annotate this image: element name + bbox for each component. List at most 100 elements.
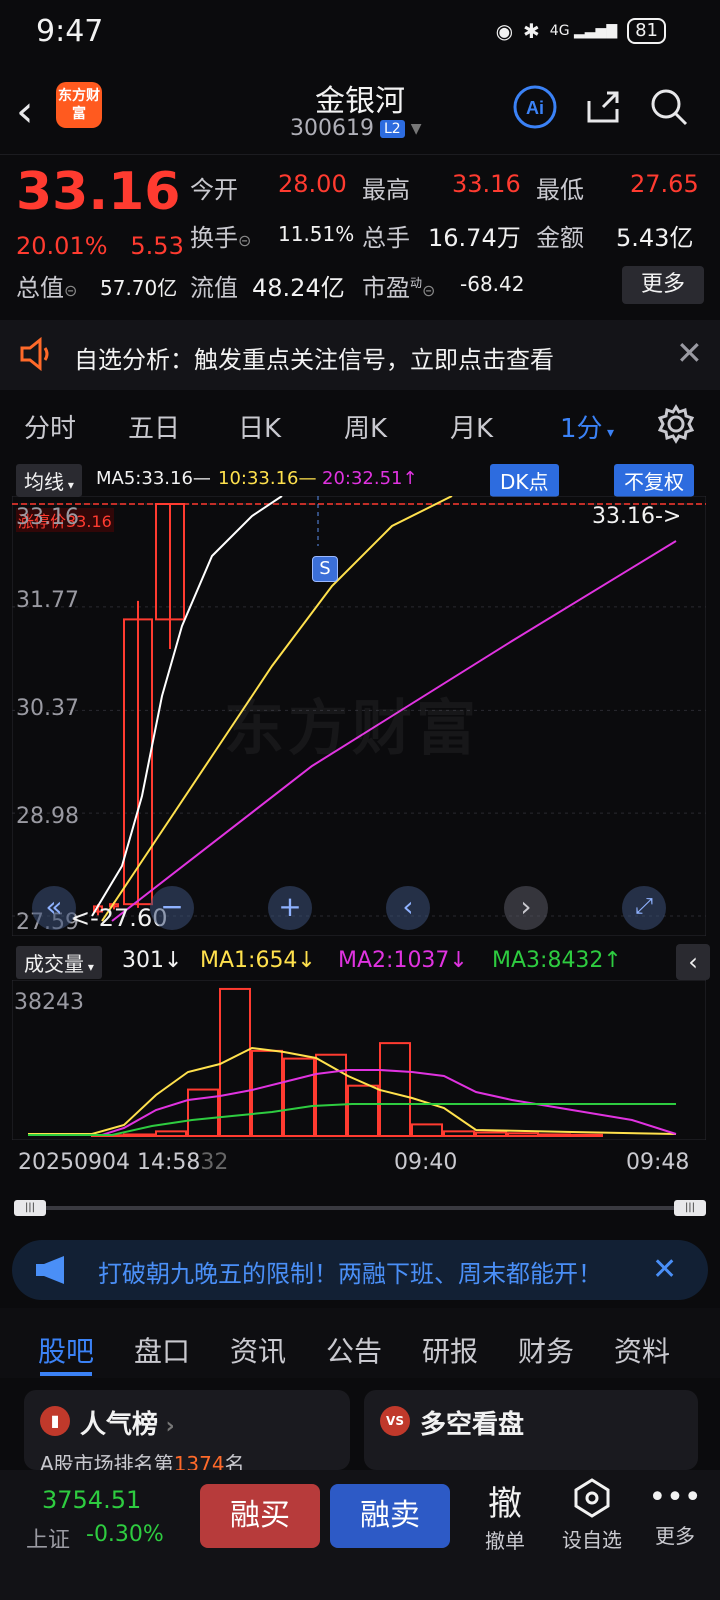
ai-icon[interactable]: Ai (510, 82, 560, 132)
tab-research[interactable]: 研报 (422, 1330, 478, 1370)
tab-forum[interactable]: 股吧 (38, 1330, 94, 1370)
tab-announcements[interactable]: 公告 (326, 1330, 382, 1370)
vol-ma3: MA3:8432↑ (492, 948, 622, 973)
volume-bar (251, 1049, 283, 1137)
margin-buy-button[interactable]: 融买 (200, 1484, 320, 1548)
pe-label[interactable]: 市盈动⊝ (362, 268, 435, 303)
indicator-mode: 均线 (24, 470, 64, 494)
ma5-value: MA5:33.16— (96, 468, 211, 489)
more-menu-button[interactable]: ••• 更多 (640, 1476, 710, 1549)
tab-daily-k[interactable]: 日K (238, 408, 281, 445)
bull-bear-card[interactable]: VS 多空看盘 (364, 1390, 698, 1470)
volume-indicator-selector[interactable]: 成交量 ▾ (16, 946, 102, 979)
volume-bar (155, 1130, 187, 1138)
cancel-order-label: 撤单 (485, 1529, 525, 1553)
fullscreen-icon[interactable]: ⤢ (622, 886, 666, 930)
indicator-selector[interactable]: 均线 ▾ (16, 464, 82, 497)
chevron-down-icon: ▾ (602, 425, 615, 441)
tab-weekly-k[interactable]: 周K (344, 408, 387, 445)
cancel-order-button[interactable]: 撤 撤单 (470, 1476, 540, 1554)
speaker-icon (18, 336, 56, 376)
tab-minute-label: 1分 (560, 414, 603, 444)
volume-current: 301↓ (122, 948, 183, 973)
amount-label: 金额 (536, 224, 584, 252)
chevron-down-icon: ▾ (64, 478, 74, 492)
ma20-value: 20:32.51↑ (322, 468, 418, 489)
active-tab-indicator (40, 1372, 92, 1376)
volume-label: 总手 (362, 224, 410, 252)
low-value: 27.65 (630, 170, 699, 198)
tab-five-day[interactable]: 五日 (128, 408, 180, 445)
quote-panel: 33.16 20.01% 5.53 今开 28.00 最高 33.16 最低 2… (0, 154, 720, 314)
more-dots-icon: ••• (648, 1480, 702, 1515)
mktcap-label-text: 总值 (16, 274, 64, 302)
tab-minute[interactable]: 1分 ▾ (560, 408, 614, 445)
open-label: 今开 (190, 176, 238, 204)
volume-mode: 成交量 (24, 952, 84, 976)
collapse-panel-icon[interactable]: ‹ (676, 944, 710, 980)
tab-financials[interactable]: 财务 (518, 1330, 574, 1370)
ma10-value: 10:33.16— (218, 468, 317, 489)
volume-chart[interactable] (12, 980, 706, 1140)
price-change: 20.01% 5.53 (16, 232, 184, 260)
tab-profile[interactable]: 资料 (614, 1330, 670, 1370)
dk-point-button[interactable]: DK点 (490, 464, 559, 497)
battery-indicator: 81 (627, 18, 666, 44)
tab-orderbook[interactable]: 盘口 (134, 1330, 190, 1370)
search-icon[interactable] (644, 82, 694, 132)
notice-bar[interactable]: 自选分析：触发重点关注信号，立即点击查看 ✕ (0, 320, 720, 390)
float-label: 流值 (190, 274, 238, 302)
index-name: 上证 (26, 1528, 71, 1553)
tab-news[interactable]: 资讯 (230, 1330, 286, 1370)
chart-icon: ▮ (40, 1406, 70, 1436)
close-icon[interactable]: ✕ (652, 1252, 677, 1287)
banner-text: 打破朝九晚五的限制！两融下班、周末都能开！ (98, 1260, 602, 1288)
x-axis-end: 09:48 (626, 1150, 690, 1175)
scroller-right-handle[interactable]: ||| (674, 1200, 706, 1216)
close-icon[interactable]: ✕ (676, 334, 703, 372)
tab-monthly-k[interactable]: 月K (450, 408, 493, 445)
popularity-card[interactable]: ▮ 人气榜 › A股市场排名第1374名 (24, 1390, 350, 1476)
scroll-left-fast-icon[interactable]: « (32, 886, 76, 930)
zoom-out-icon[interactable]: − (150, 886, 194, 930)
high-label: 最高 (362, 176, 410, 204)
volume-bar (123, 1133, 155, 1138)
volume-bar (443, 1130, 475, 1138)
popularity-title: 人气榜 › (80, 1404, 175, 1441)
scroll-left-icon[interactable]: ‹ (386, 886, 430, 930)
stock-code-selector[interactable]: 300619 L2 ▼ (290, 116, 421, 141)
x-axis-mid: 09:40 (394, 1150, 458, 1175)
chevron-right-icon: › (158, 1414, 175, 1439)
abs-change: 5.53 (130, 232, 184, 260)
zoom-in-icon[interactable]: + (268, 886, 312, 930)
bluetooth-icon: ✱ (523, 19, 540, 43)
pe-sup: 动 (410, 276, 423, 290)
share-icon[interactable] (578, 82, 628, 132)
svg-text:Ai: Ai (526, 98, 544, 118)
stock-header: ‹ 东方财富 金银河 300619 L2 ▼ Ai (0, 70, 720, 155)
x-axis-start-tail: 32 (200, 1150, 229, 1175)
add-watchlist-button[interactable]: 设自选 (552, 1476, 632, 1553)
pe-label-text: 市盈 (362, 274, 410, 302)
scroll-right-icon[interactable]: › (504, 886, 548, 930)
turnover-label[interactable]: 换手⊝ (190, 218, 251, 253)
margin-sell-button[interactable]: 融卖 (330, 1484, 450, 1548)
mktcap-label[interactable]: 总值⊝ (16, 268, 77, 303)
add-watchlist-label: 设自选 (562, 1528, 622, 1552)
tab-intraday[interactable]: 分时 (24, 408, 76, 445)
volume-bar (539, 1133, 571, 1138)
chart-range-scroller[interactable]: ||| ||| (14, 1200, 706, 1216)
promo-banner[interactable]: 打破朝九晚五的限制！两融下班、周末都能开！ ✕ (12, 1240, 708, 1300)
gear-icon[interactable] (656, 404, 696, 448)
scroller-left-handle[interactable]: ||| (14, 1200, 46, 1216)
volume-bar (475, 1131, 507, 1138)
more-menu-label: 更多 (655, 1524, 695, 1548)
no-adjust-button[interactable]: 不复权 (614, 464, 694, 497)
volume-frame (12, 980, 706, 1140)
more-quote-button[interactable]: 更多 (622, 266, 704, 304)
info-icon: ⊝ (238, 231, 252, 250)
sell-signal-marker[interactable]: S (312, 556, 338, 582)
status-bar: 9:47 ◉ ✱ 4G ▂▃▅▇ 81 (0, 0, 720, 70)
signal-icon: 4G ▂▃▅▇ (549, 23, 618, 39)
vol-ma2: MA2:1037↓ (338, 948, 468, 973)
